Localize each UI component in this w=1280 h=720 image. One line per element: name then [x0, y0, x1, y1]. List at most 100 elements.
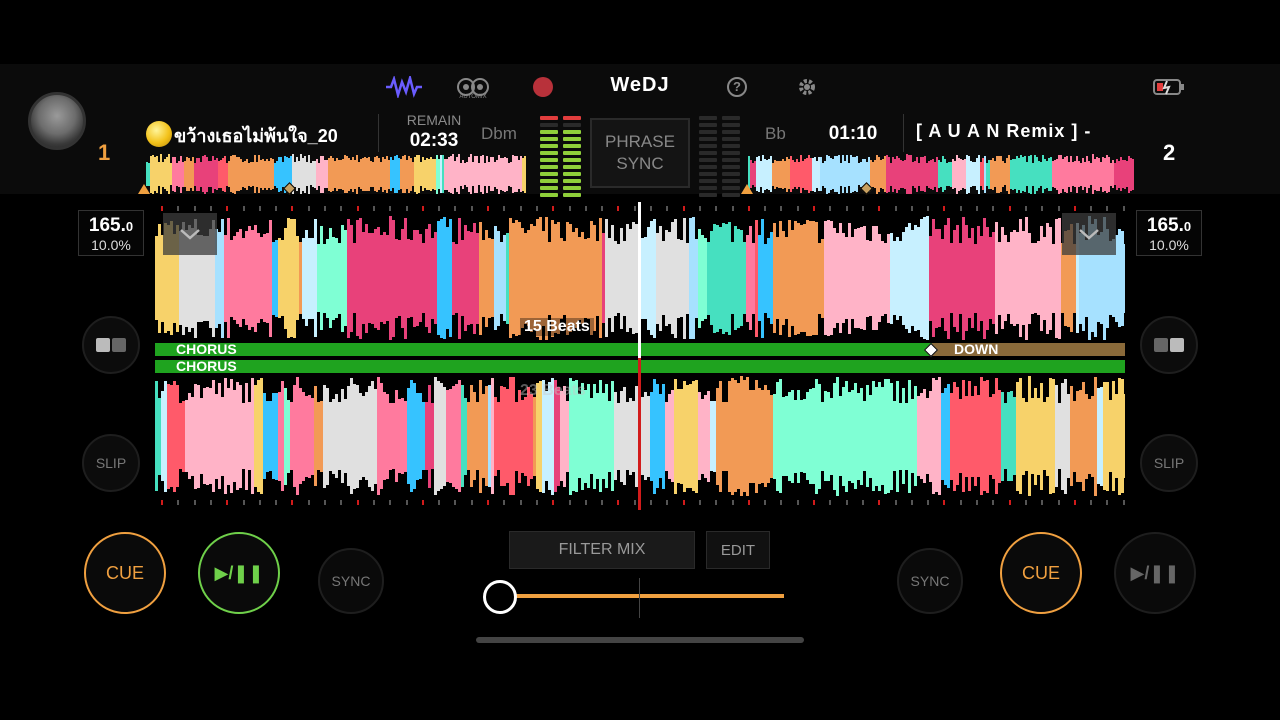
crossfader-knob[interactable] — [483, 580, 517, 614]
deck2-slip-button[interactable]: SLIP — [1140, 434, 1198, 492]
deck1-level-meter-right — [563, 116, 581, 197]
beat-tick — [1057, 500, 1060, 505]
deck2-bpm-display[interactable]: 165.0 10.0% — [1136, 210, 1202, 256]
deck1-cue-button[interactable]: CUE — [84, 532, 166, 614]
beat-tick — [193, 500, 196, 505]
beat-tick — [454, 206, 457, 211]
beat-tick — [910, 500, 913, 505]
beat-tick — [633, 500, 636, 505]
beat-tick — [1008, 500, 1011, 505]
deck1-bpm-decimal: 0 — [125, 219, 134, 234]
crossfader-track[interactable] — [500, 594, 640, 598]
beat-tick — [438, 206, 441, 211]
beat-tick — [487, 500, 489, 505]
deck1-slip-button[interactable]: SLIP — [82, 434, 140, 492]
beat-tick — [959, 500, 962, 505]
beat-tick — [992, 206, 995, 211]
beat-tick — [764, 500, 767, 505]
deck2-loop-button[interactable] — [1140, 316, 1198, 374]
beat-tick — [470, 206, 473, 211]
beat-tick — [1024, 500, 1027, 505]
deck1-next-phrase-bar: DOWN — [932, 342, 1125, 356]
phrase-sync-button[interactable]: PHRASE SYNC — [590, 118, 690, 188]
deck2-sync-button[interactable]: SYNC — [897, 548, 963, 614]
beat-tick — [617, 500, 620, 505]
beat-tick — [242, 206, 245, 211]
deck2-time[interactable]: 01:10 — [818, 123, 888, 145]
chevron-down-icon — [180, 229, 200, 240]
deck1-play-pause-button[interactable]: ▶/❚❚ — [198, 532, 280, 614]
deck2-collapse-button[interactable] — [1062, 213, 1116, 255]
settings-icon[interactable] — [794, 72, 820, 102]
beat-tick — [291, 206, 294, 211]
beat-tick — [242, 500, 245, 505]
beat-tick — [1024, 206, 1027, 211]
beat-tick — [601, 500, 604, 505]
deck2-bpm-decimal: 0 — [1183, 219, 1192, 234]
beat-tick — [307, 500, 310, 505]
deck1-number: 1 — [98, 140, 111, 165]
deck2-number: 2 — [1163, 140, 1176, 165]
beat-tick — [503, 206, 506, 211]
deck1-bpm-display[interactable]: 165.0 10.0% — [78, 210, 144, 256]
beat-tick — [878, 500, 881, 505]
beat-tick — [1106, 206, 1109, 211]
waveform-icon[interactable] — [384, 72, 424, 102]
edit-button[interactable]: EDIT — [706, 531, 770, 569]
deck2-cue-button[interactable]: CUE — [1000, 532, 1082, 614]
beat-tick — [1041, 206, 1044, 211]
waveform-bar — [524, 156, 526, 193]
deck1-title[interactable]: ขว้างเธอไม่พ้นใจ_20 — [174, 121, 360, 150]
beat-tick — [1073, 206, 1076, 211]
beat-tick — [405, 206, 408, 211]
jog-wheel[interactable] — [28, 92, 86, 150]
beat-tick — [764, 206, 767, 211]
beat-tick — [177, 206, 180, 211]
deck2-beats-countdown: 23 Beats — [520, 382, 586, 399]
deck2-title[interactable]: [ A U A N Remix ] - — [916, 121, 1134, 142]
divider — [378, 114, 379, 152]
filter-mix-button[interactable]: FILTER MIX — [509, 531, 695, 569]
deck1-level-meter-left — [540, 116, 558, 197]
beat-tick — [372, 206, 375, 211]
beat-tick — [226, 500, 229, 505]
beat-tick — [927, 500, 930, 505]
beat-tick — [1122, 206, 1125, 211]
beat-tick — [650, 206, 652, 211]
deck2-play-pause-button[interactable]: ▶/❚❚ — [1114, 532, 1196, 614]
beat-tick — [747, 500, 750, 505]
deck1-playhead — [638, 202, 641, 358]
beat-tick — [389, 500, 392, 505]
beat-tick — [193, 206, 196, 211]
beat-tick — [617, 206, 620, 211]
deck1-beats-countdown: 15 Beats — [520, 318, 594, 336]
beat-tick — [307, 206, 310, 211]
deck2-overview-waveform[interactable] — [748, 154, 1134, 194]
beat-tick — [1041, 500, 1044, 505]
beat-tick — [161, 500, 163, 505]
beat-tick — [796, 206, 799, 211]
deck1-remain-time[interactable]: 02:33 — [398, 130, 470, 152]
beat-tick — [568, 500, 571, 505]
beat-tick — [894, 500, 897, 505]
record-icon[interactable] — [530, 72, 556, 102]
waveform-bar — [1124, 244, 1125, 313]
beat-tick — [1090, 500, 1093, 505]
beat-tick — [209, 206, 212, 211]
beat-tick — [421, 500, 424, 505]
help-icon[interactable]: ? — [724, 72, 750, 102]
chevron-down-icon — [1079, 229, 1099, 240]
deck1-overview-waveform[interactable] — [146, 154, 526, 194]
deck1-sync-button[interactable]: SYNC — [318, 548, 384, 614]
deck1-collapse-button[interactable] — [163, 213, 217, 255]
beat-tick — [666, 500, 669, 505]
beat-tick — [356, 500, 359, 505]
beat-tick — [519, 500, 522, 505]
deck2-pitch: 10.0% — [1149, 237, 1189, 253]
deck2-key: Bb — [765, 124, 786, 143]
beat-tick — [372, 500, 375, 505]
deck1-loop-button[interactable] — [82, 316, 140, 374]
beat-tick — [324, 500, 326, 505]
beat-tick — [356, 206, 359, 211]
crossfader-track[interactable] — [640, 594, 784, 598]
